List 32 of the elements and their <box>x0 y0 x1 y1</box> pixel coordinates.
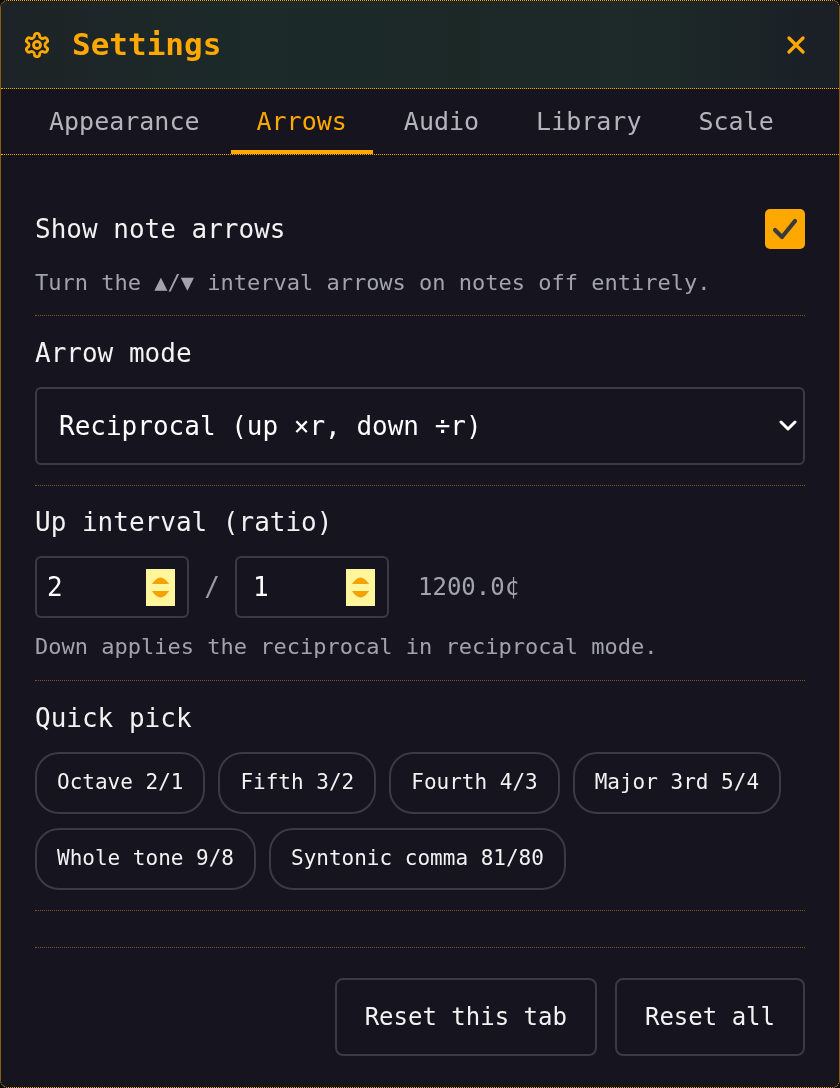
tab[interactable]: Library <box>510 89 668 154</box>
ratio-separator: / <box>203 570 221 604</box>
checkbox[interactable] <box>765 209 805 249</box>
tab[interactable]: Arrows <box>230 89 373 154</box>
setting-label: Show note arrows <box>35 213 286 245</box>
cents-reading: 1200.0¢ <box>418 572 520 603</box>
select-field[interactable]: Reciprocal (up ×r, down ÷r) <box>35 387 805 465</box>
setting-description: Turn the ▲/▼ interval arrows on notes off entirely. <box>35 269 712 297</box>
gear-icon <box>23 30 51 59</box>
chevron-down-icon <box>779 420 797 432</box>
quick-pick-chip[interactable]: Major 3rd 5/4 <box>572 752 782 814</box>
panel-title: Settings <box>72 25 222 65</box>
stepper-arrows-icon[interactable] <box>146 568 175 606</box>
setting-label: Quick pick <box>35 703 192 733</box>
reset-button[interactable]: Reset this tab <box>334 978 597 1056</box>
tab[interactable]: Audio <box>377 89 506 154</box>
stepper-arrows-icon[interactable] <box>346 568 375 606</box>
reset-button[interactable]: Reset all <box>614 978 805 1056</box>
setting-label: Up interval (ratio) <box>35 507 333 537</box>
tab[interactable]: Scale <box>672 89 800 154</box>
quick-pick-chip[interactable]: Octave 2/1 <box>35 752 206 814</box>
quick-pick-chip[interactable]: Fourth 4/3 <box>389 752 560 814</box>
setting-label: Arrow mode <box>35 338 192 368</box>
setting-description: Down applies the reciprocal in reciprocal mode. <box>35 633 659 661</box>
close-icon[interactable] <box>787 35 805 54</box>
quick-pick-chip[interactable]: Whole tone 9/8 <box>35 828 256 890</box>
quick-pick-chip[interactable]: Syntonic comma 81/80 <box>269 828 566 890</box>
number-field[interactable]: 2 <box>35 556 189 618</box>
number-field[interactable]: 1 <box>235 556 389 618</box>
checkmark-icon <box>772 218 798 240</box>
tab[interactable]: Appearance <box>23 89 226 154</box>
quick-pick-chip[interactable]: Fifth 3/2 <box>218 752 377 814</box>
